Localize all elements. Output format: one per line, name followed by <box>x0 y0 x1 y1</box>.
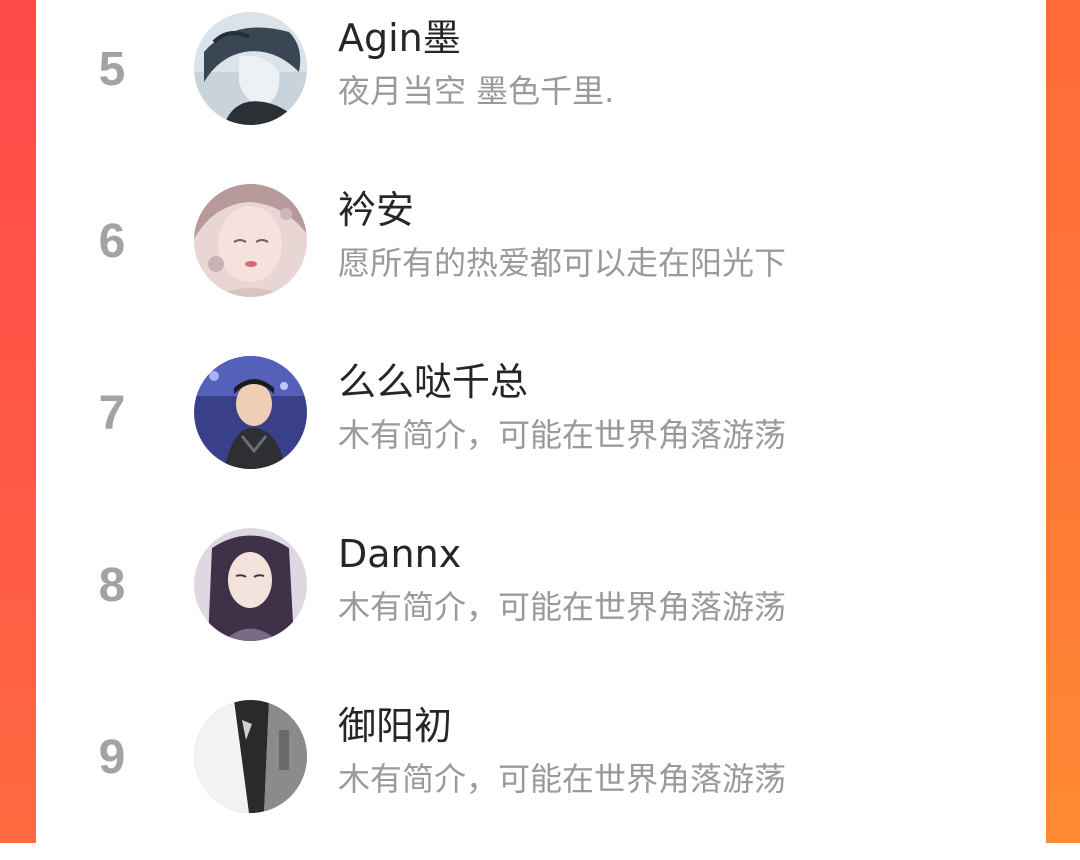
user-bio: 木有简介，可能在世界角落游荡 <box>338 588 787 626</box>
list-item[interactable]: 5 Agin墨 夜月当空 墨色千里. <box>36 0 1046 172</box>
rank-number: 5 <box>98 43 126 96</box>
avatar-anime-boy-icon[interactable] <box>194 12 307 125</box>
list-item[interactable]: 9 御阳初 木有简介，可能在世界角落游荡 <box>36 688 1046 860</box>
rank-number: 7 <box>98 387 126 440</box>
avatar-photo-boy-icon[interactable] <box>194 356 307 469</box>
list-item[interactable]: 8 Dannx 木有简介，可能在世界角落游荡 <box>36 516 1046 688</box>
list-item[interactable]: 6 衿安 愿所有的热爱都可以走在阳光下 <box>36 172 1046 344</box>
avatar-anime-girl-icon[interactable] <box>194 184 307 297</box>
user-name: Dannx <box>338 532 462 576</box>
avatar-photo-shirt-icon[interactable] <box>194 700 307 813</box>
user-bio: 夜月当空 墨色千里. <box>338 72 615 110</box>
user-name: 御阳初 <box>338 704 453 748</box>
right-accent-border <box>1046 0 1080 843</box>
user-bio: 木有简介，可能在世界角落游荡 <box>338 760 787 798</box>
user-name: Agin墨 <box>338 16 461 60</box>
ranking-list: 5 Agin墨 夜月当空 墨色千里. 6 衿安 愿所有的热爱都可以走在阳光下 7… <box>36 0 1046 843</box>
rank-number: 9 <box>98 731 126 784</box>
user-bio: 愿所有的热爱都可以走在阳光下 <box>338 244 787 282</box>
left-accent-border <box>0 0 36 843</box>
user-name: 么么哒千总 <box>338 360 529 404</box>
ranking-card: 5 Agin墨 夜月当空 墨色千里. 6 衿安 愿所有的热爱都可以走在阳光下 7… <box>36 0 1046 843</box>
avatar-anime-longhair-icon[interactable] <box>194 528 307 641</box>
user-bio: 木有简介，可能在世界角落游荡 <box>338 416 787 454</box>
user-name: 衿安 <box>338 188 415 232</box>
rank-number: 6 <box>98 215 126 268</box>
list-item[interactable]: 7 么么哒千总 木有简介，可能在世界角落游荡 <box>36 344 1046 516</box>
rank-number: 8 <box>98 559 126 612</box>
